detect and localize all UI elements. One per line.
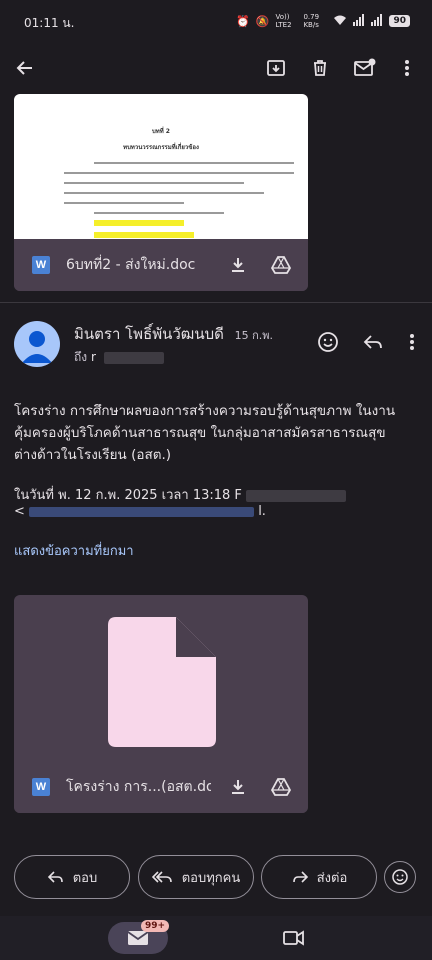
reply-button[interactable]: ตอบ [14,855,130,899]
emoji-reaction-icon[interactable] [312,326,344,358]
attachment-card-1[interactable]: บทที่ 2 ทบทวนวรรณกรรมที่เกี่ยวข้อง W 6บท… [14,94,308,291]
word-file-icon: W [32,778,50,796]
attachment-footer: W 6บทที่2 - ส่งใหม่.doc [14,239,308,291]
more-vert-icon[interactable] [391,52,423,84]
recipient-initial: r [90,350,96,364]
reply-all-icon [151,871,172,883]
preview-heading: บทที่ 2 [152,128,170,135]
signal-icon-2 [371,13,383,29]
drive-icon[interactable] [265,249,297,281]
quoted-header-text: ในวันที่ พ. 12 ก.พ. 2025 เวลา 13:18 F [14,488,242,503]
message-more-icon[interactable] [396,326,428,358]
top-app-bar [0,44,432,92]
highlight-mark [94,220,184,226]
preview-subheading: ทบทวนวรรณกรรมที่เกี่ยวข้อง [123,144,199,151]
emoji-icon [392,869,408,885]
quoted-line-2: < l. [14,504,266,519]
attachment-card-2[interactable]: W โครงร่าง การ...(อสต.docx [14,595,308,813]
recipient-line[interactable]: ถึง r [74,348,164,367]
delete-icon[interactable] [304,52,336,84]
alarm-icon: ⏰ [236,14,250,28]
archive-icon[interactable] [260,52,292,84]
sender-line: มินตรา โพธิ์พันวัฒนบดี 15 ก.พ. [74,322,273,346]
word-file-icon: W [32,256,50,274]
drive-icon[interactable] [265,771,297,803]
status-bar: 01:11 น. ⏰ 🔕 Vo)) LTE2 0.79 KB/s 90 [0,0,432,44]
quoted-header: ในวันที่ พ. 12 ก.พ. 2025 เวลา 13:18 F [14,484,347,505]
status-time: 01:11 น. [24,16,75,30]
back-arrow-icon[interactable] [9,52,41,84]
message-date: 15 ก.พ. [234,329,274,342]
sender-name[interactable]: มินตรา โพธิ์พันวัฒนบดี [74,325,224,343]
download-icon[interactable] [222,771,254,803]
reply-all-label: ตอบทุกคน [181,870,241,886]
reply-actions: ตอบ ตอบทุกคน ส่งต่อ [14,855,419,901]
document-preview: บทที่ 2 ทบทวนวรรณกรรมที่เกี่ยวข้อง [14,94,308,239]
battery-level: 90 [389,15,410,27]
unread-badge: 99+ [141,920,170,932]
reply-all-button[interactable]: ตอบทุกคน [138,855,254,899]
download-icon[interactable] [222,249,254,281]
mail-icon [127,931,149,945]
reply-label: ตอบ [72,870,98,886]
avatar[interactable] [14,321,60,367]
forward-icon [292,871,308,883]
redacted-recipient [103,351,164,364]
reply-icon [47,871,63,883]
show-trimmed-link[interactable]: แสดงข้อความที่ยกมา [14,540,134,561]
redacted-quote [246,489,347,502]
quoted-line-end: l. [258,504,266,519]
to-prefix: ถึง [74,350,91,364]
file-icon [106,617,216,751]
bottom-navigation: 99+ [0,916,432,960]
mute-icon: 🔕 [255,14,270,28]
mark-unread-icon[interactable] [349,52,381,84]
highlight-mark [94,232,194,238]
signal-icon [353,13,365,29]
forward-button[interactable]: ส่งต่อ [261,855,377,899]
quoted-line-start: < [14,504,25,519]
network-type: Vo)) LTE2 [275,13,292,29]
meet-video-icon[interactable] [278,922,310,954]
forward-label: ส่งต่อ [316,870,348,886]
wifi-icon [333,14,347,29]
status-icons: ⏰ 🔕 Vo)) LTE2 0.79 KB/s 90 [236,13,410,29]
message-body: โครงร่าง การศึกษาผลของการสร้างความรอบรู้… [14,403,396,463]
network-speed: 0.79 KB/s [303,13,320,29]
attachment-file-name: 6บทที่2 - ส่งใหม่.doc [66,257,196,273]
attachment-footer: W โครงร่าง การ...(อสต.docx [14,761,308,813]
reply-icon[interactable] [357,326,389,358]
emoji-button[interactable] [384,861,416,893]
attachment-file-name: โครงร่าง การ...(อสต.docx [66,779,211,795]
redacted-email [29,506,255,517]
message-divider [0,302,432,303]
